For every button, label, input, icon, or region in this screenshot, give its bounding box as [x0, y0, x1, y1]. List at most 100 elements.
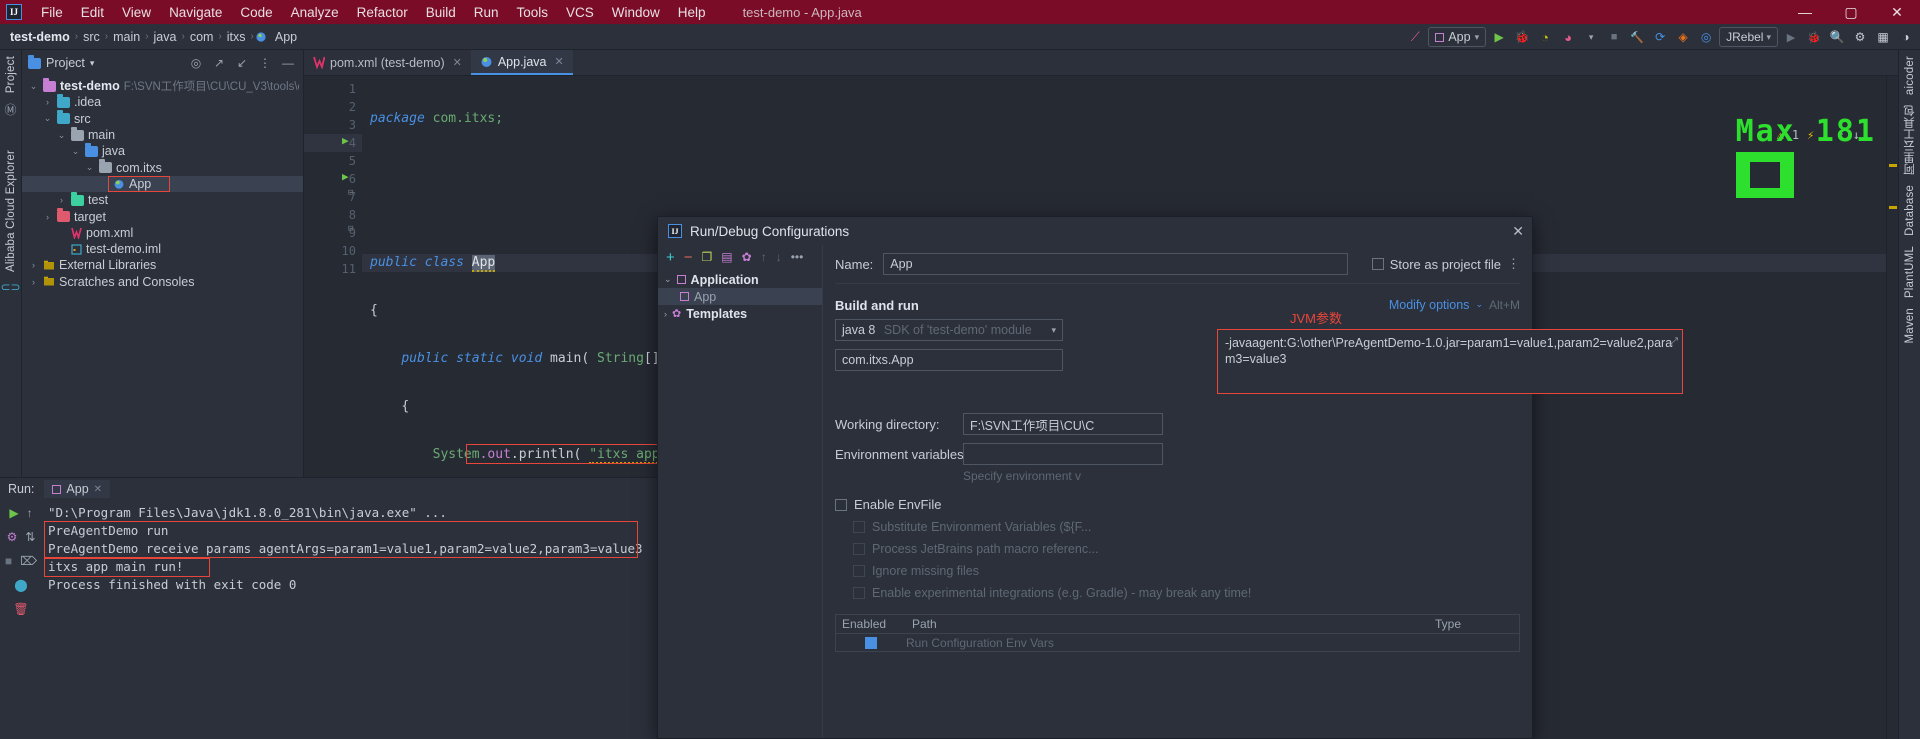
hide-panel-icon[interactable]: — — [279, 54, 297, 72]
breadcrumb-test-demo[interactable]: test-demo — [6, 29, 74, 45]
chevron-right-icon[interactable]: › — [42, 212, 53, 222]
clear-all-icon[interactable]: 🗑 — [13, 602, 28, 616]
process-path-macro-checkbox[interactable] — [853, 543, 865, 555]
scroll-up-icon[interactable]: ↑ — [27, 506, 33, 520]
enable-envfile-checkbox[interactable] — [835, 498, 847, 511]
add-configuration-icon[interactable]: + — [666, 249, 675, 266]
menu-item-tools[interactable]: Tools — [508, 3, 558, 22]
run-gutter-icon[interactable]: ▶ — [342, 170, 349, 183]
run-icon[interactable]: ▶ — [1489, 27, 1509, 47]
rerun-icon[interactable]: ▶ — [9, 506, 18, 520]
project-tree-item-test-demo-iml[interactable]: test-demo.iml — [22, 241, 303, 257]
menu-item-help[interactable]: Help — [669, 3, 715, 22]
tool-window-plantuml[interactable]: PlantUML — [1904, 246, 1916, 298]
chevron-down-icon[interactable]: ⌄ — [56, 130, 67, 141]
breadcrumb-src[interactable]: src — [79, 29, 104, 45]
chevron-down-icon[interactable]: ⌄ — [84, 162, 95, 173]
config-tree-application[interactable]: ⌄ Application — [658, 271, 822, 288]
aliyun-icon[interactable]: ◈ — [1673, 27, 1693, 47]
more-options-icon[interactable]: ••• — [791, 250, 804, 264]
chevron-right-icon[interactable]: › — [28, 260, 39, 270]
editor-tab-app-java[interactable]: App.java ✕ — [470, 50, 573, 75]
dialog-close-icon[interactable]: ✕ — [1512, 223, 1524, 240]
run-gutter-icon[interactable]: ▶ — [342, 134, 349, 147]
run-tab-app[interactable]: App ✕ — [44, 480, 111, 498]
project-tree-item-src[interactable]: ⌄ src — [22, 110, 303, 127]
menu-item-build[interactable]: Build — [417, 3, 465, 22]
name-input[interactable]: App — [883, 253, 1348, 275]
chevron-down-icon[interactable]: ⌄ — [42, 113, 53, 124]
profiler-icon[interactable]: ◕ — [1558, 27, 1578, 47]
jrebel-selector[interactable]: JRebel ▾ — [1719, 27, 1778, 47]
expand-all-icon[interactable]: ↗ — [210, 54, 228, 72]
menu-item-file[interactable]: File — [32, 3, 72, 22]
build-icon[interactable]: 🔨 — [1627, 27, 1647, 47]
locate-file-icon[interactable]: ◎ — [187, 54, 205, 72]
layout-icon[interactable]: ▦ — [1873, 27, 1893, 47]
vcs-icon[interactable]: ⟋ — [1405, 27, 1425, 47]
save-configuration-icon[interactable]: ▤ — [721, 250, 732, 264]
pin-icon[interactable]: ⬤ — [14, 578, 27, 592]
breadcrumb-itxs[interactable]: itxs — [223, 29, 250, 45]
editor-marker-bar[interactable] — [1886, 76, 1898, 739]
tool-window-database[interactable]: Database — [1904, 185, 1916, 236]
close-icon[interactable]: ✕ — [94, 484, 102, 495]
sync-icon[interactable]: ⟳ — [1650, 27, 1670, 47]
marker-warning[interactable] — [1889, 164, 1897, 167]
project-tree-item-app[interactable]: App — [22, 175, 303, 193]
expand-icon[interactable]: ⤢ — [1669, 334, 1678, 350]
jrebel-run-icon[interactable]: ▶ — [1781, 27, 1801, 47]
project-tree-item-scratches-and-consoles[interactable]: › Scratches and Consoles — [22, 274, 303, 290]
menu-item-run[interactable]: Run — [465, 3, 508, 22]
edit-templates-icon[interactable]: ✿ — [742, 250, 752, 264]
run-with-coverage-icon[interactable]: ◔ — [1535, 27, 1555, 47]
marker-warning[interactable] — [1889, 206, 1897, 209]
main-class-input[interactable]: com.itxs.App — [835, 349, 1063, 371]
modify-options-link[interactable]: Modify options — [1389, 298, 1470, 312]
tool-window-project[interactable]: Project — [5, 56, 17, 93]
tool-window-aliyun-toolkit[interactable]: 阿里云工具包 — [1902, 105, 1918, 175]
remove-configuration-icon[interactable]: − — [684, 249, 693, 266]
menu-item-analyze[interactable]: Analyze — [282, 3, 348, 22]
debug-icon[interactable]: 🐞 — [1512, 27, 1532, 47]
chevron-right-icon[interactable]: › — [56, 195, 67, 205]
fold-icon[interactable]: ⊟ — [348, 224, 353, 234]
tool-window-maven[interactable]: Maven — [1904, 308, 1916, 344]
project-tree-item-test[interactable]: › test — [22, 191, 303, 208]
chevron-down-icon[interactable]: ⌄ — [70, 146, 81, 157]
config-tree-app[interactable]: App — [658, 288, 822, 305]
settings-icon[interactable]: ⚙ — [7, 530, 18, 544]
working-directory-input[interactable]: F:\SVN工作项目\CU\C — [963, 413, 1163, 435]
menu-item-window[interactable]: Window — [603, 3, 669, 22]
close-icon[interactable]: ✕ — [453, 56, 462, 69]
project-tree-item-test-demo[interactable]: ⌄ test-demoF:\SVN工作项目\CU\CU_V3\tools\cu-s… — [22, 77, 303, 94]
jrebel-debug-icon[interactable]: 🐞 — [1804, 27, 1824, 47]
move-down-icon[interactable]: ↓ — [776, 250, 782, 264]
project-tree-item--idea[interactable]: › .idea — [22, 93, 303, 110]
fold-icon[interactable]: ⊟ — [348, 188, 353, 198]
chevron-down-icon[interactable]: ▾ — [90, 58, 95, 69]
close-button[interactable]: ✕ — [1874, 0, 1920, 24]
collapse-all-icon[interactable]: ↙ — [233, 54, 251, 72]
editor-tab-pom-xml[interactable]: pom.xml (test-demo) ✕ — [304, 50, 471, 75]
ignore-missing-files-checkbox[interactable] — [853, 565, 865, 577]
store-settings-icon[interactable]: ⋮ — [1507, 256, 1520, 272]
row-enabled-checkbox[interactable] — [865, 636, 877, 649]
stop-icon[interactable]: ■ — [5, 554, 12, 568]
more-run-options-icon[interactable]: ▾ — [1581, 27, 1601, 47]
tool-window-alibaba-cloud-explorer[interactable]: Alibaba Cloud Explorer — [5, 150, 17, 272]
menu-item-refactor[interactable]: Refactor — [348, 3, 417, 22]
help-circle-icon[interactable]: ◎ — [1696, 27, 1716, 47]
tool-window-aicoder[interactable]: aicoder — [1904, 56, 1916, 95]
chevron-right-icon[interactable]: › — [42, 97, 53, 107]
menu-item-view[interactable]: View — [113, 3, 160, 22]
run-console-output[interactable]: "D:\Program Files\Java\jdk1.8.0_281\bin\… — [42, 500, 677, 739]
project-tree-item-target[interactable]: › target — [22, 208, 303, 224]
envfile-table-row[interactable]: Run Configuration Env Vars — [835, 634, 1520, 652]
experimental-integrations-checkbox[interactable] — [853, 587, 865, 599]
print-icon[interactable]: ⌦ — [20, 554, 37, 568]
breadcrumb-com[interactable]: com — [186, 29, 218, 45]
minimize-button[interactable]: — — [1782, 0, 1828, 24]
maximize-button[interactable]: ▢ — [1828, 0, 1874, 24]
menu-item-navigate[interactable]: Navigate — [160, 3, 231, 22]
